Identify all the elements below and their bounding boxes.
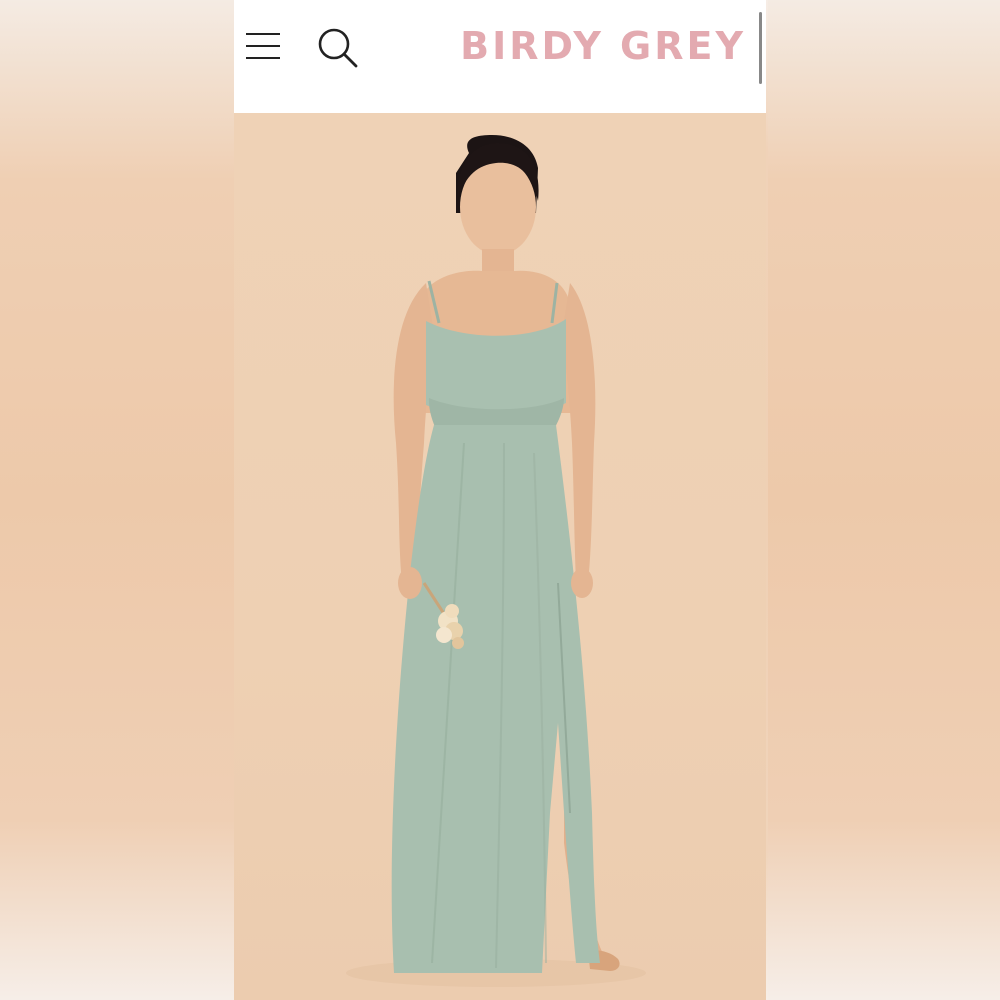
blurred-background-right (768, 0, 1000, 1000)
site-header: BIRDY GREY (234, 0, 766, 113)
product-hero-image[interactable] (234, 113, 766, 1000)
hamburger-menu-icon[interactable] (246, 33, 282, 61)
scrollbar-thumb[interactable] (759, 12, 762, 84)
model-illustration (346, 135, 646, 987)
brand-logo[interactable]: BIRDY GREY (460, 24, 746, 68)
blurred-background-left (0, 0, 234, 1000)
search-icon[interactable] (316, 26, 360, 70)
phone-screen: BIRDY GREY (234, 0, 766, 1000)
